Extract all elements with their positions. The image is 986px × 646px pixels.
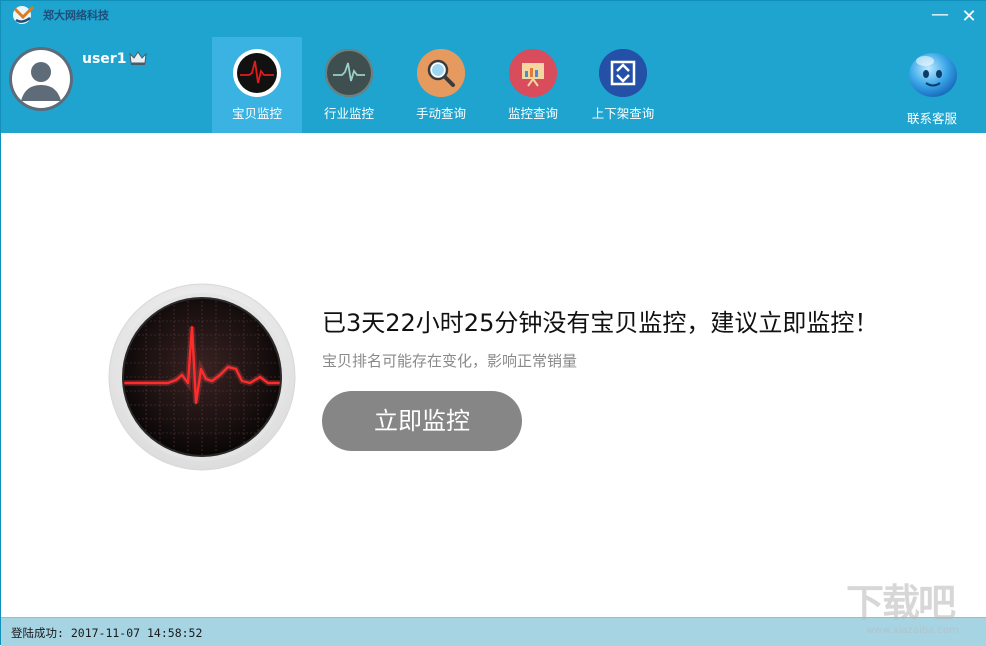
tab-shelf-query[interactable]: 上下架查询 (578, 37, 668, 133)
tab-monitor-query[interactable]: 监控查询 (488, 37, 578, 133)
shelf-icon (599, 49, 647, 97)
app-window: 郑大网络科技 — ✕ user1 宝贝监控 行业监控 手动查询 监控查询 上下架… (0, 0, 986, 646)
tab-label: 手动查询 (415, 106, 466, 121)
heartbeat-icon (233, 49, 281, 97)
header-bar: 郑大网络科技 — ✕ user1 宝贝监控 行业监控 手动查询 监控查询 上下架… (1, 1, 986, 133)
tab-label: 监控查询 (507, 106, 558, 121)
crown-icon (129, 50, 147, 70)
start-monitor-button[interactable]: 立即监控 (322, 391, 522, 451)
smiley-bubble-icon (907, 47, 959, 99)
site-watermark: 下载吧 www.xiazaiba.com (846, 583, 982, 641)
user-silhouette-icon (12, 50, 70, 108)
login-status: 登陆成功: 2017-11-07 14:58:52 (11, 626, 203, 640)
watermark-logo-text: 下载吧 (846, 581, 956, 625)
contact-service-button[interactable]: 联系客服 (898, 47, 966, 129)
heartbeat-monitor-icon (108, 283, 296, 471)
watermark-url: www.xiazaiba.com (866, 625, 959, 636)
pulse-monitor-icon (325, 49, 373, 97)
status-bar: 登陆成功: 2017-11-07 14:58:52 (1, 617, 986, 646)
idle-warning-headline: 已3天22小时25分钟没有宝贝监控，建议立即监控！ (322, 309, 879, 337)
magnifier-icon (417, 49, 465, 97)
minimize-button[interactable]: — (929, 6, 951, 27)
main-panel: 已3天22小时25分钟没有宝贝监控，建议立即监控！ 宝贝排名可能存在变化，影响正… (2, 133, 986, 617)
tab-manual-query[interactable]: 手动查询 (396, 37, 486, 133)
tab-baby-monitor[interactable]: 宝贝监控 (212, 37, 302, 133)
brand-logo: 郑大网络科技 (11, 5, 109, 25)
idle-warning-subtext: 宝贝排名可能存在变化，影响正常销量 (322, 352, 578, 370)
report-chart-icon (509, 49, 557, 97)
brand-name: 郑大网络科技 (43, 9, 109, 22)
username: user1 (82, 51, 127, 67)
tab-label: 宝贝监控 (231, 106, 282, 121)
tab-industry-monitor[interactable]: 行业监控 (304, 37, 394, 133)
tab-label: 上下架查询 (591, 106, 655, 121)
tab-label: 行业监控 (323, 106, 374, 121)
logo-mark-icon (11, 5, 37, 25)
user-avatar[interactable] (9, 47, 73, 111)
service-label: 联系客服 (906, 111, 957, 126)
close-button[interactable]: ✕ (958, 7, 980, 27)
